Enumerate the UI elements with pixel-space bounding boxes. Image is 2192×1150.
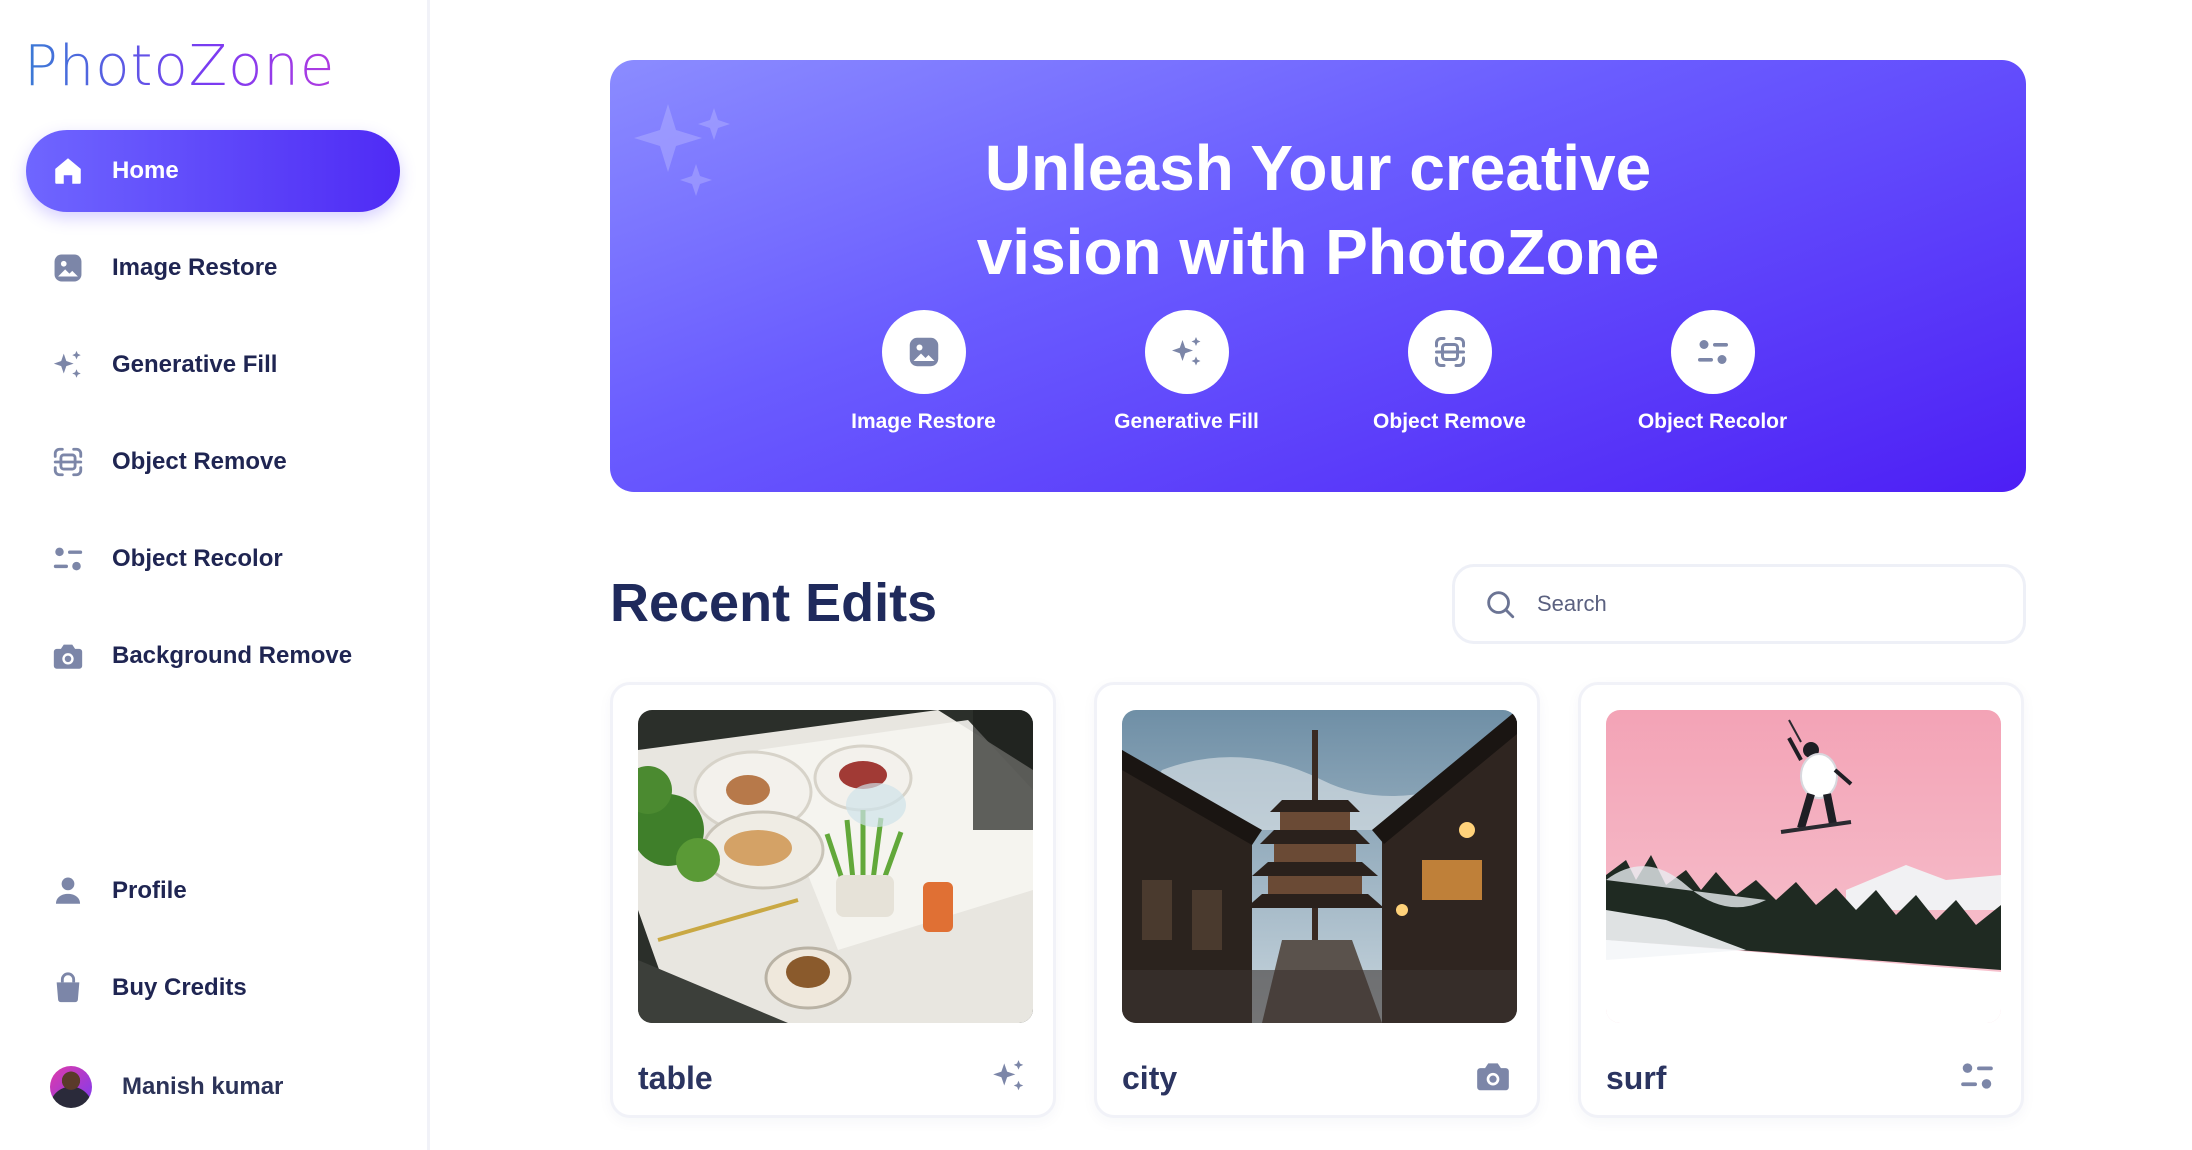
card-footer: table — [638, 1057, 1028, 1100]
card-footer: surf — [1606, 1057, 1996, 1100]
image-icon — [50, 250, 86, 286]
recent-edits-title: Recent Edits — [610, 573, 938, 633]
brand-logo[interactable]: PhotoZone — [24, 34, 335, 99]
camera-icon[interactable] — [1474, 1057, 1512, 1100]
sparkles-icon[interactable] — [990, 1057, 1028, 1100]
tool-label: Object Remove — [1373, 410, 1526, 433]
recent-edits-grid: table city surf — [610, 682, 2024, 1118]
image-icon — [881, 310, 966, 394]
sidebar-item-buy-credits[interactable]: Buy Credits — [26, 947, 400, 1029]
sidebar-item-object-recolor[interactable]: Object Recolor — [26, 518, 400, 600]
sparkles-icon — [50, 347, 86, 383]
sidebar-item-label: Home — [112, 157, 179, 184]
user-profile[interactable]: Manish kumar — [50, 1066, 283, 1108]
tool-object-remove[interactable]: Object Remove — [1318, 310, 1581, 434]
filter-icon[interactable] — [1958, 1057, 1996, 1100]
camera-icon — [50, 638, 86, 674]
sidebar-item-label: Background Remove — [112, 642, 353, 669]
filter-icon — [50, 541, 86, 577]
tool-label: Generative Fill — [1114, 410, 1259, 433]
app-root: PhotoZone Home Image Restore Generative … — [0, 0, 2192, 1150]
card-title: table — [638, 1060, 713, 1096]
edit-thumbnail[interactable] — [1122, 710, 1517, 1023]
tool-image-restore[interactable]: Image Restore — [792, 310, 1055, 434]
sidebar-item-object-remove[interactable]: Object Remove — [26, 421, 400, 503]
card-title: surf — [1606, 1060, 1667, 1096]
edit-thumbnail[interactable] — [1606, 710, 2001, 1023]
tool-generative-fill[interactable]: Generative Fill — [1055, 310, 1318, 434]
tool-object-recolor[interactable]: Object Recolor — [1581, 310, 1844, 434]
hero-title: Unleash Your creative vision with PhotoZ… — [610, 126, 2026, 294]
sidebar-item-label: Generative Fill — [112, 351, 278, 378]
main-content: Unleash Your creative vision with PhotoZ… — [430, 0, 2192, 1150]
sidebar-item-profile[interactable]: Profile — [26, 850, 400, 932]
search-input[interactable] — [1537, 591, 1957, 617]
sidebar-item-background-remove[interactable]: Background Remove — [26, 615, 400, 697]
scan-icon — [1407, 310, 1492, 394]
tool-label: Image Restore — [851, 410, 996, 433]
search-box[interactable] — [1452, 564, 2026, 644]
edit-card-surf[interactable]: surf — [1578, 682, 2024, 1118]
sidebar-nav: Home Image Restore Generative Fill Objec… — [26, 130, 400, 712]
filter-icon — [1670, 310, 1755, 394]
scan-icon — [50, 444, 86, 480]
hero-title-line: vision with PhotoZone — [976, 216, 1660, 288]
search-icon — [1487, 591, 1515, 619]
user-icon — [50, 873, 86, 909]
ski-jump-image — [1606, 710, 2001, 1023]
sidebar-item-home[interactable]: Home — [26, 130, 400, 212]
sidebar-bottom-nav: Profile Buy Credits — [26, 850, 400, 1044]
bag-icon — [50, 970, 86, 1006]
sparkles-icon — [1144, 310, 1229, 394]
hero-tools: Image Restore Generative Fill Object Rem… — [610, 310, 2026, 434]
sidebar-item-image-restore[interactable]: Image Restore — [26, 227, 400, 309]
hero-title-line: Unleash Your creative — [984, 132, 1652, 204]
hero-banner: Unleash Your creative vision with PhotoZ… — [610, 60, 2026, 492]
sidebar-item-generative-fill[interactable]: Generative Fill — [26, 324, 400, 406]
tool-label: Object Recolor — [1637, 410, 1788, 433]
sidebar-item-label: Profile — [112, 877, 187, 904]
sidebar-item-label: Image Restore — [112, 254, 278, 281]
edit-card-table[interactable]: table — [610, 682, 1056, 1118]
sidebar-item-label: Buy Credits — [112, 974, 247, 1001]
home-icon — [50, 153, 86, 189]
edit-thumbnail[interactable] — [638, 710, 1033, 1023]
user-name: Manish kumar — [122, 1073, 284, 1100]
avatar — [50, 1066, 92, 1108]
food-table-image — [638, 710, 1033, 1023]
sidebar-item-label: Object Remove — [112, 448, 287, 475]
card-footer: city — [1122, 1057, 1512, 1100]
card-title: city — [1122, 1060, 1178, 1096]
city-pagoda-image — [1122, 710, 1517, 1023]
sidebar-item-label: Object Recolor — [112, 545, 283, 572]
edit-card-city[interactable]: city — [1094, 682, 1540, 1118]
sidebar: PhotoZone Home Image Restore Generative … — [0, 0, 430, 1150]
